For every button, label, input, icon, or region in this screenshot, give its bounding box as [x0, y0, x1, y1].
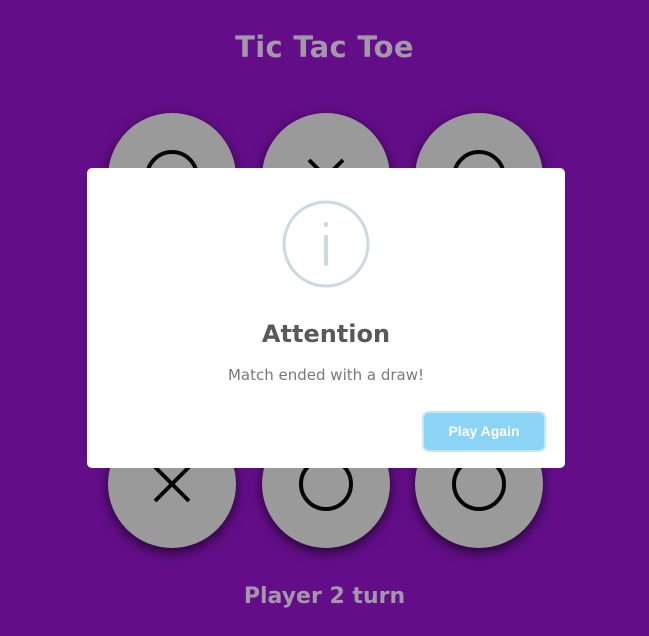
info-icon [282, 200, 370, 288]
alert-dialog: Attention Match ended with a draw! Play … [87, 168, 565, 468]
dialog-title: Attention [261, 320, 391, 348]
dialog-message: Match ended with a draw! [227, 366, 425, 384]
play-again-button[interactable]: Play Again [424, 413, 544, 450]
modal-overlay: Attention Match ended with a draw! Play … [0, 0, 649, 636]
